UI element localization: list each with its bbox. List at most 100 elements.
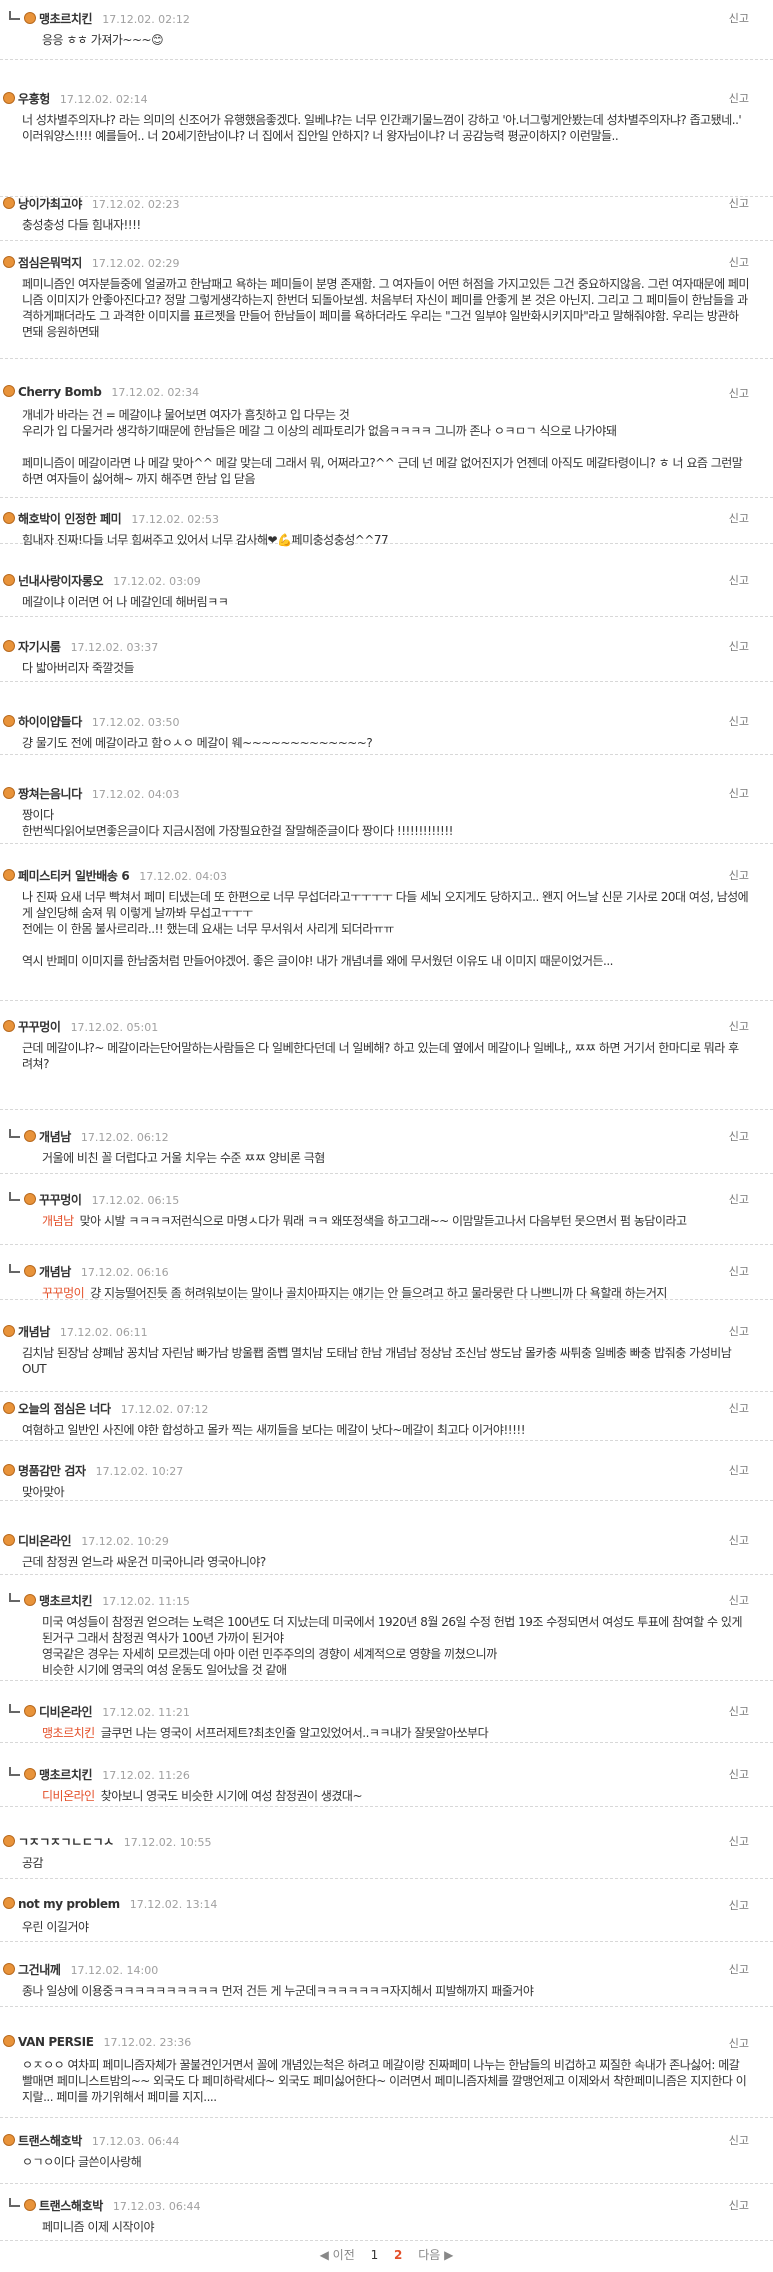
report-button[interactable]: 신고	[729, 713, 749, 729]
user-level-icon	[3, 385, 15, 397]
comment-author[interactable]: 명품감만 검자	[18, 1464, 86, 1478]
report-button[interactable]: 신고	[729, 1323, 749, 1339]
comment-author[interactable]: 트랜스해호박	[39, 2199, 103, 2213]
report-button[interactable]: 신고	[729, 510, 749, 526]
report-button[interactable]: 신고	[729, 1897, 749, 1913]
comment-author[interactable]: 점심은뭐먹지	[18, 256, 82, 270]
comment-author[interactable]: 꾸꾸멍이	[18, 1020, 61, 1034]
reply-mention[interactable]: 꾸꾸멍이	[42, 1286, 85, 1300]
comment-header: 개념남 17.12.02. 06:16	[9, 1263, 169, 1281]
report-button[interactable]: 신고	[729, 1400, 749, 1416]
comment-author[interactable]: 꾸꾸멍이	[39, 1193, 82, 1207]
next-page-link[interactable]: 다음 ▶	[418, 2248, 453, 2262]
comment-text-line: 걍 물기도 전에 메갈이라고 함ㅇㅅㅇ 메갈이 웨~~~~~~~~~~~~~?	[22, 736, 373, 750]
comment-text-line: 다 밟아버리자 죽깔것들	[22, 661, 135, 675]
comment-author[interactable]: 자기시룸	[18, 640, 61, 654]
reply-mention[interactable]: 개념남	[42, 1214, 74, 1228]
report-button[interactable]: 신고	[729, 2197, 749, 2213]
comment-author[interactable]: 개념남	[39, 1265, 71, 1279]
report-button[interactable]: 신고	[729, 1833, 749, 1849]
comment-author[interactable]: 페미스티커 일반배송 6	[18, 869, 130, 883]
user-level-icon	[24, 2199, 36, 2211]
user-level-icon	[3, 787, 15, 799]
comment-author[interactable]: 짱쳐는음니다	[18, 787, 82, 801]
comment-body: 여혐하고 일반인 사진에 야한 합성하고 몰카 찍는 새끼들을 보다는 메갈이 …	[22, 1422, 749, 1438]
report-button[interactable]: 신고	[729, 1961, 749, 1977]
comment-date: 17.12.03. 06:44	[91, 2135, 180, 2148]
report-button[interactable]: 신고	[729, 2035, 749, 2051]
report-button[interactable]: 신고	[729, 867, 749, 883]
comment-header: 꾸꾸멍이 17.12.02. 06:15	[9, 1191, 179, 1209]
comment-author[interactable]: 디비온라인	[18, 1534, 72, 1548]
user-level-icon	[3, 1464, 15, 1476]
comment-body: 개네가 바라는 건 = 메갈이냐 물어보면 여자가 흠칫하고 입 다무는 것 우리…	[22, 407, 749, 492]
comment-body: 페미니즘인 여자분들중에 얼굴까고 한남패고 욕하는 페미들이 분명 존재함. …	[22, 276, 749, 353]
page-link-1[interactable]: 1	[371, 2248, 379, 2262]
report-button[interactable]: 신고	[729, 1128, 749, 1144]
comment-author[interactable]: 그건내께	[18, 1963, 61, 1977]
comment-author[interactable]: ㄱㅈㄱㅈㄱㄴㄷㄱㅅ	[18, 1835, 114, 1849]
reply-comment: 맹초르치킨 17.12.02. 11:26 신고 디비온라인 찾아보니 영국도 비슷한 …	[0, 1756, 773, 1807]
comment-text-line: BUT 무슨 말인지 이해도 못할듯	[42, 1167, 195, 1168]
report-button[interactable]: 신고	[729, 785, 749, 801]
comment-header: 디비온라인 17.12.02. 10:29	[3, 1532, 169, 1550]
comment-author[interactable]: not my problem	[18, 1897, 120, 1911]
comment-body: 힘내자 진짜!다들 너무 힘써주고 있어서 너무 감사해❤💪페미충성충성^^77	[22, 532, 749, 548]
comment: 하이이얍들다 17.12.02. 03:50 신고 걍 물기도 전에 메갈이라고 함ㅇ…	[0, 703, 773, 755]
report-button[interactable]: 신고	[729, 2132, 749, 2148]
user-level-icon	[3, 512, 15, 524]
report-button[interactable]: 신고	[729, 1532, 749, 1548]
comment-text-line: 우린 이길거야	[22, 1920, 89, 1934]
report-button[interactable]: 신고	[729, 1766, 749, 1782]
comment-text-line: 걍 지능떨어진듯 좀 허려워보이는 말이나 골치아파지는 얘기는 안 들으려고 …	[90, 1286, 667, 1300]
report-button[interactable]: 신고	[729, 638, 749, 654]
page-link-2-current[interactable]: 2	[394, 2248, 402, 2262]
reply-arrow-icon	[9, 1593, 20, 1602]
prev-page-link[interactable]: ◀ 이전	[320, 2248, 355, 2262]
report-button[interactable]: 신고	[729, 195, 749, 211]
comment-header: 짱쳐는음니다 17.12.02. 04:03	[3, 785, 180, 803]
comment-author[interactable]: 개념남	[39, 1130, 71, 1144]
comment-author[interactable]: 맹초르치킨	[39, 12, 93, 26]
report-button[interactable]: 신고	[729, 90, 749, 106]
comment-author[interactable]: Cherry Bomb	[18, 385, 102, 399]
comment-author[interactable]: VAN PERSIE	[18, 2035, 94, 2049]
report-button[interactable]: 신고	[729, 1703, 749, 1719]
report-button[interactable]: 신고	[729, 1592, 749, 1608]
comment-date: 17.12.02. 02:23	[91, 198, 180, 211]
comment-author[interactable]: 트랜스해호박	[18, 2134, 82, 2148]
comment-text-line: 우리가 입 다물거라 생각하기때문에 한남들은 메갈 그 이상의 레파토리가 없…	[22, 424, 617, 438]
report-button[interactable]: 신고	[729, 254, 749, 270]
comment-date: 17.12.02. 10:29	[81, 1535, 169, 1548]
report-button[interactable]: 신고	[729, 1462, 749, 1478]
report-button[interactable]: 신고	[729, 1191, 749, 1207]
comment-author[interactable]: 넌내사랑이자롱오	[18, 574, 104, 588]
comment-author[interactable]: 해호박이 인정한 페미	[18, 512, 122, 526]
comment: 오늘의 점심은 너다 17.12.02. 07:12 신고 여혐하고 일반인 사진에 …	[0, 1390, 773, 1441]
report-button[interactable]: 신고	[729, 10, 749, 26]
comment-text-line: 글쿠먼 나는 영국이 서프러제트?최초인줄 알고있었어서..ㅋㅋ내가 잘못알아쏘…	[100, 1726, 489, 1740]
comment-author[interactable]: 디비온라인	[39, 1705, 93, 1719]
comment-author[interactable]: 맹초르치킨	[39, 1594, 93, 1608]
report-button[interactable]: 신고	[729, 1263, 749, 1279]
comment-author[interactable]: 낭이가최고야	[18, 197, 82, 211]
comment-author[interactable]: 오늘의 점심은 너다	[18, 1402, 111, 1416]
comment-body: 종나 일상에 이용중ㅋㅋㅋㅋㅋㅋㅋㅋㅋㅋ 먼저 건든 게 누군데ㅋㅋㅋㅋㅋㅋㅋ자…	[22, 1983, 749, 2001]
comment-author[interactable]: 개념남	[18, 1325, 50, 1339]
comment-date: 17.12.02. 03:09	[113, 575, 201, 588]
comment-author[interactable]: 하이이얍들다	[18, 715, 82, 729]
comment-author[interactable]: 우훙헝	[18, 92, 50, 106]
comment-text-line: 짱이다	[22, 808, 54, 822]
comment-author[interactable]: 맹초르치킨	[39, 1768, 93, 1782]
report-button[interactable]: 신고	[729, 1018, 749, 1034]
comment-body: 미국 여성들이 참정권 얻으려는 노력은 100년도 더 지났는데 미국에서 1…	[42, 1614, 749, 1675]
report-button[interactable]: 신고	[729, 572, 749, 588]
reply-mention[interactable]: 디비온라인	[42, 1789, 95, 1803]
report-button[interactable]: 신고	[729, 385, 749, 401]
user-level-icon	[3, 1020, 15, 1032]
comment-date: 17.12.02. 02:29	[91, 257, 180, 270]
comment-header: 넌내사랑이자롱오 17.12.02. 03:09	[3, 572, 201, 590]
comment: 짱쳐는음니다 17.12.02. 04:03 신고 짱이다 한번씩다읽어보면좋은글이다 …	[0, 775, 773, 844]
reply-mention[interactable]: 맹초르치킨	[42, 1726, 95, 1740]
comment-header: 개념남 17.12.02. 06:12	[9, 1128, 169, 1146]
